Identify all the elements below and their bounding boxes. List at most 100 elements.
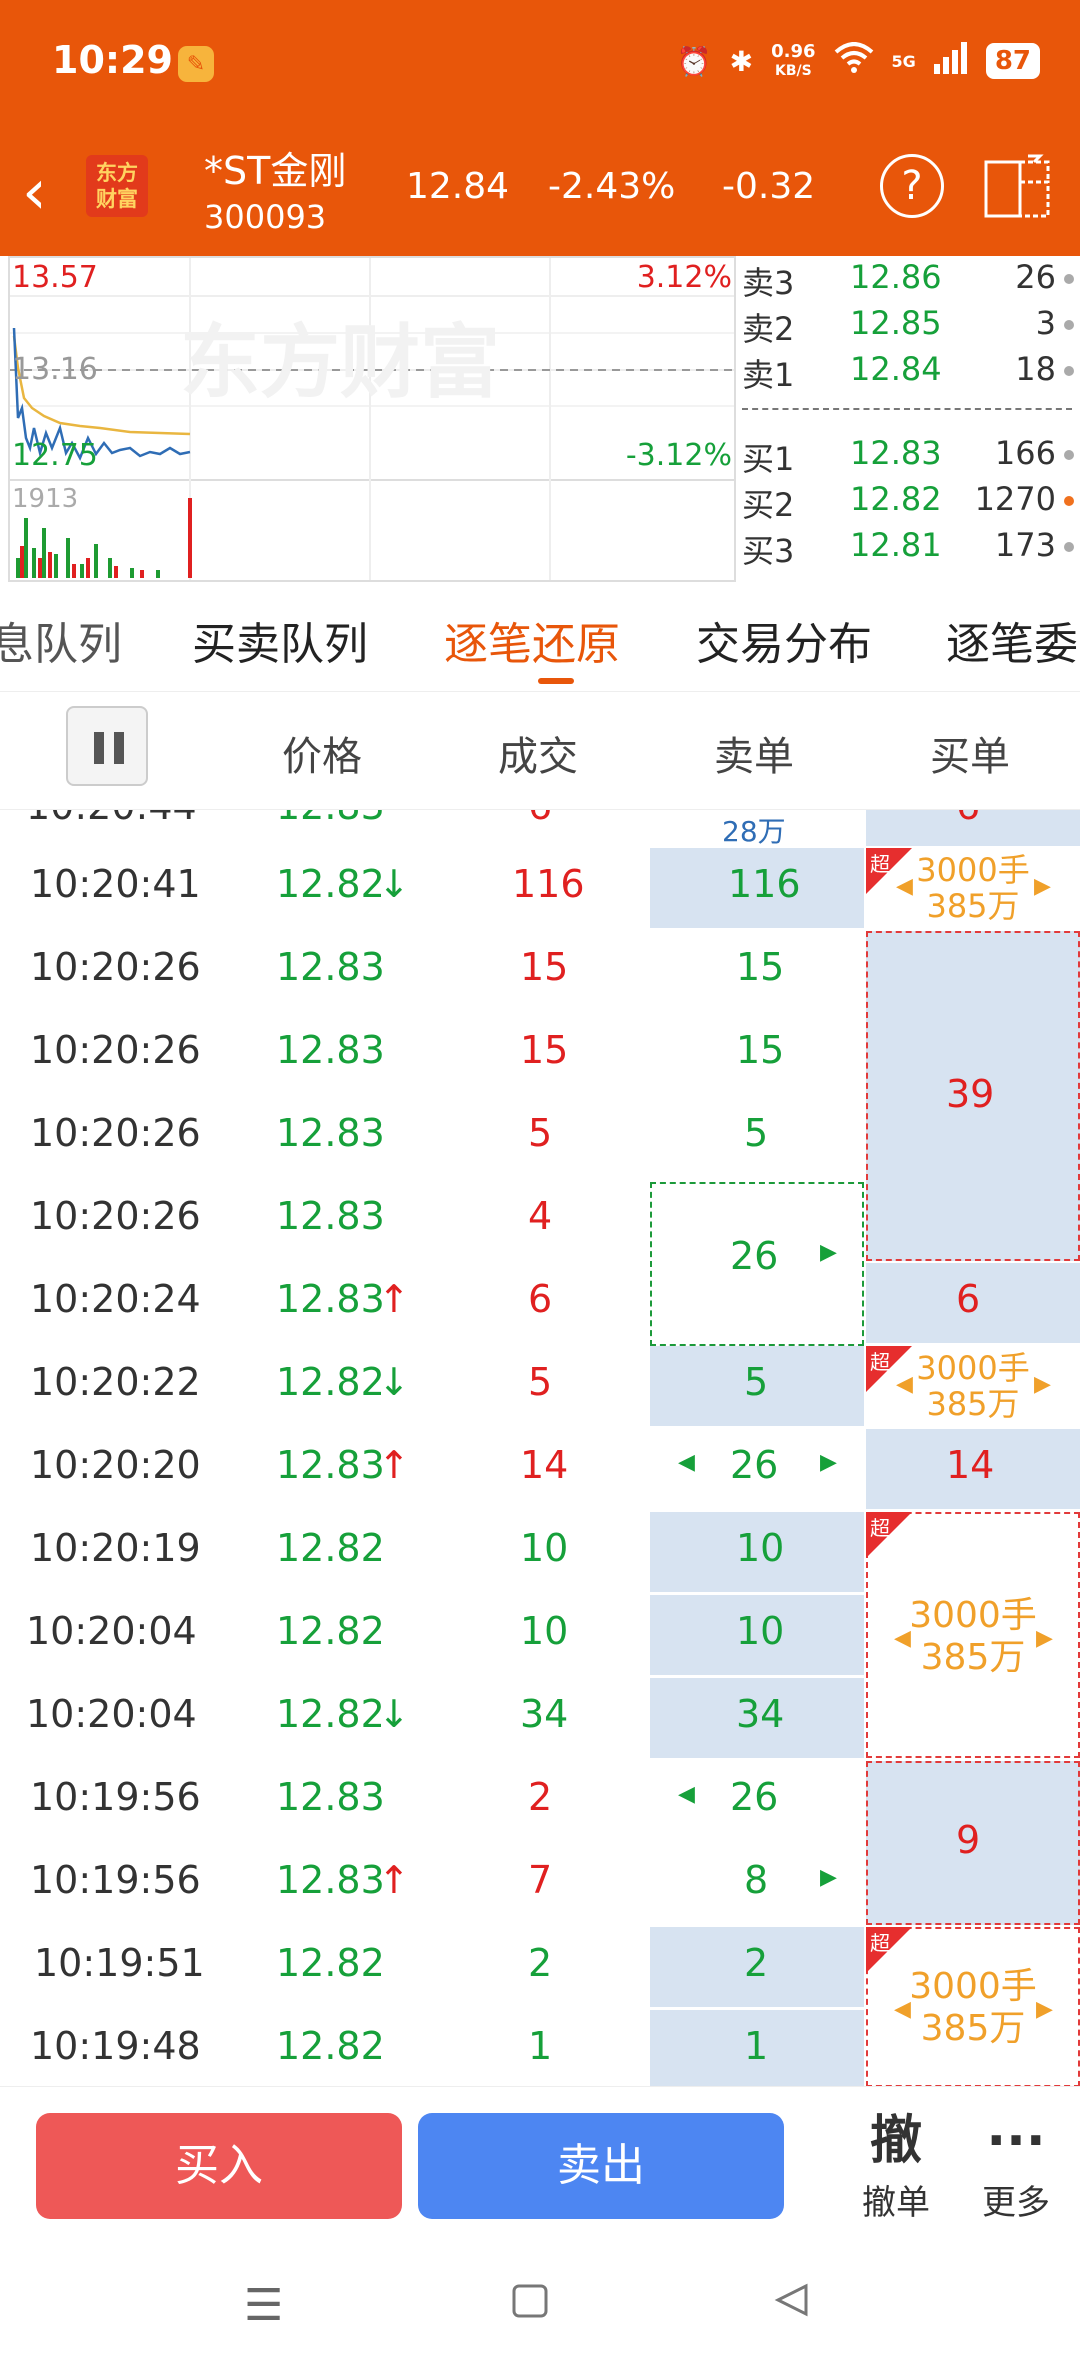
battery-level: 87 [985, 43, 1040, 79]
tick-deal: 5 [528, 1360, 553, 1404]
expand-right-icon[interactable]: ▶ [1034, 874, 1051, 899]
tick-time: 10:20:22 [30, 1360, 201, 1404]
order-book[interactable]: 卖3 12.86 26 卖2 12.85 3 卖1 12.84 18 买1 12… [740, 256, 1080, 582]
tick-deal: 116 [512, 862, 585, 906]
status-bar: 10:29 ✎ ⏰ ✱ 0.96 KB/S 5G 87 [0, 0, 1080, 128]
tick-buy: 39 [946, 1072, 995, 1116]
ob-volume: 173 [994, 526, 1056, 564]
order-book-row: 买3 12.81 173 [740, 524, 1080, 570]
ob-dot [1064, 542, 1074, 552]
tab-tick-restore[interactable]: 逐笔还原 [444, 608, 620, 672]
stock-price: 12.84 [406, 166, 510, 207]
tick-sell: 15 [736, 945, 785, 989]
tick-deal: 6 [528, 1277, 553, 1321]
up-arrow-icon: ↑ [378, 1443, 410, 1487]
tab-bar: 息队列 买卖队列 逐笔还原 交易分布 逐笔委 [0, 582, 1080, 692]
chart-high-pct: 3.12% [636, 260, 732, 295]
tick-buy: 9 [956, 1818, 981, 1862]
tick-sell-amount: 28万 [722, 815, 786, 848]
logo-line1: 东方 [96, 161, 138, 185]
app-logo: 东方 财富 [86, 155, 148, 217]
intraday-minichart[interactable]: 东方财富 13.57 3.12% 13.16 12.75 -3.12% 1913 [8, 256, 736, 582]
expand-right-icon[interactable]: ▶ [820, 1240, 837, 1265]
tick-price: 12.82 [276, 862, 385, 906]
tab-bid-ask-queue[interactable]: 买卖队列 [192, 608, 368, 672]
tick-sell: 5 [744, 1111, 769, 1155]
ob-label: 买1 [742, 440, 795, 478]
tick-sell: 15 [736, 1028, 785, 1072]
more-button[interactable]: ··· 更多 [966, 2107, 1066, 2224]
expand-left-icon[interactable]: ◀ [896, 874, 913, 899]
notification-app-icon: ✎ [178, 46, 214, 82]
buy-button[interactable]: 买入 [36, 2113, 402, 2219]
tick-time: 10:20:44 [26, 810, 197, 828]
tick-time: 10:20:04 [26, 1692, 197, 1736]
split-screen-icon[interactable] [984, 152, 1052, 220]
expand-left-icon[interactable]: ◀ [678, 1782, 695, 1807]
ob-dot [1064, 450, 1074, 460]
down-arrow-icon: ↓ [378, 1692, 410, 1736]
tick-price: 12.82 [276, 1692, 385, 1736]
expand-right-icon[interactable]: ▶ [1034, 1372, 1051, 1397]
chart-watermark: 东方财富 [180, 316, 500, 409]
tick-list[interactable]: 10:20:44 12.83 6 28万 6 10:20:41 12.82 ↓ … [0, 810, 1080, 2086]
order-book-row: 买2 12.82 1270 [740, 478, 1080, 524]
expand-left-icon[interactable]: ◀ [894, 1626, 911, 1651]
down-arrow-icon: ↓ [378, 1360, 410, 1404]
super-order-block[interactable]: 超 3000手 385万 ◀ ▶ [866, 1512, 1080, 1758]
tick-sell: 26 [730, 1443, 779, 1487]
up-arrow-icon: ↑ [378, 1858, 410, 1902]
tick-deal: 34 [520, 1692, 569, 1736]
tick-time: 10:20:26 [30, 1194, 201, 1238]
ob-volume: 166 [994, 434, 1056, 472]
col-buy: 买单 [930, 734, 1010, 780]
bluetooth-icon: ✱ [729, 44, 754, 78]
tab-trade-distribution[interactable]: 交易分布 [696, 608, 872, 672]
tick-time: 10:20:26 [30, 1028, 201, 1072]
up-arrow-icon: ↑ [378, 1277, 410, 1321]
ob-price: 12.81 [850, 526, 942, 564]
tick-price: 12.83 [276, 1277, 385, 1321]
net-speed-value: 0.96 [771, 40, 816, 62]
ob-label: 卖3 [742, 264, 795, 302]
cancel-order-button[interactable]: 撤 撤单 [846, 2107, 946, 2224]
back-icon[interactable]: ‹ [22, 152, 82, 232]
back-nav-icon[interactable] [772, 2280, 812, 2331]
pause-icon [94, 732, 104, 764]
sell-button[interactable]: 卖出 [418, 2113, 784, 2219]
expand-left-icon[interactable]: ◀ [894, 1997, 911, 2022]
order-book-divider [742, 408, 1072, 410]
tick-price: 12.82 [276, 2024, 385, 2068]
network-type: 5G [891, 51, 916, 71]
signal-icon [933, 41, 968, 81]
tick-deal: 6 [528, 810, 552, 828]
super-order-block[interactable]: 超 3000手 385万 ◀ ▶ [866, 848, 1080, 928]
app-header: 10:29 ✎ ⏰ ✱ 0.96 KB/S 5G 87 ‹ 东方 财富 *ST金… [0, 0, 1080, 256]
tab-tick-orders[interactable]: 逐笔委 [946, 608, 1078, 672]
help-icon[interactable]: ? [880, 154, 944, 218]
order-book-row: 卖2 12.85 3 [740, 302, 1080, 348]
status-icons: ⏰ ✱ 0.96 KB/S 5G 87 [677, 36, 1040, 86]
expand-right-icon[interactable]: ▶ [820, 1450, 837, 1475]
pause-button[interactable] [66, 706, 148, 786]
tick-time: 10:20:24 [30, 1277, 201, 1321]
tab-queue-partial[interactable]: 息队列 [0, 608, 122, 672]
chart-high-price: 13.57 [12, 260, 98, 295]
super-order-block[interactable]: 超 3000手 385万 ◀ ▶ [866, 1927, 1080, 2086]
menu-icon[interactable]: ☰ [244, 2280, 283, 2331]
tick-time: 10:19:56 [30, 1858, 201, 1902]
ob-volume: 1270 [974, 480, 1056, 518]
expand-left-icon[interactable]: ◀ [678, 1450, 695, 1475]
expand-right-icon[interactable]: ▶ [820, 1865, 837, 1890]
chart-mid-price: 13.16 [12, 352, 98, 387]
home-icon[interactable] [510, 2280, 550, 2331]
expand-right-icon[interactable]: ▶ [1036, 1997, 1053, 2022]
expand-left-icon[interactable]: ◀ [896, 1372, 913, 1397]
super-order-block[interactable]: 超 3000手 385万 ◀ ▶ [866, 1346, 1080, 1426]
ob-label: 买3 [742, 532, 795, 570]
stock-name[interactable]: *ST金刚 [204, 140, 346, 195]
cancel-icon: 撤 [869, 2111, 922, 2171]
tick-sell: 26 [730, 1234, 779, 1278]
expand-right-icon[interactable]: ▶ [1036, 1626, 1053, 1651]
tick-price: 12.82 [276, 1609, 385, 1653]
